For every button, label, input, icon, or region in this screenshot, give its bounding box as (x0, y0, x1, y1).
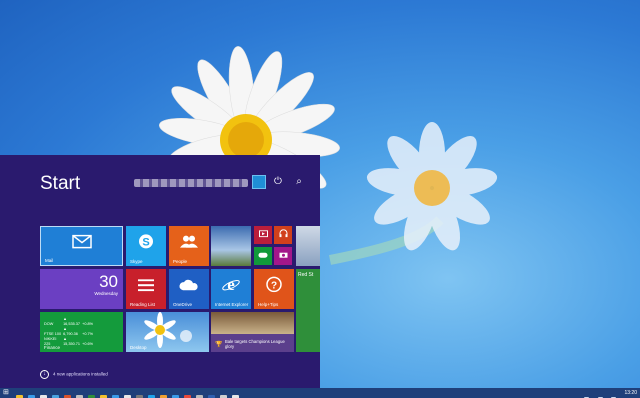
tile-skype-label: Skype (130, 259, 143, 264)
sport-caption: Bale targets Champions League glory (225, 339, 285, 349)
start-screen: Start ⏻ ⌕ Mail 30 Wednesday DOW ▲ 16,535… (0, 155, 320, 388)
red-stone-label: Red St (298, 272, 314, 278)
tile-red-stone[interactable]: Red St (296, 269, 320, 352)
taskbar: ⊞ 13:20 (0, 388, 640, 398)
start-title: Start (40, 173, 81, 194)
tile-reading-list[interactable]: Reading List (126, 269, 166, 309)
power-icon: ⏻ (274, 176, 282, 187)
search-button[interactable]: ⌕ (292, 175, 306, 189)
gamepad-icon (254, 247, 272, 263)
taskbar-apps (16, 389, 244, 398)
skype-icon: S (126, 233, 166, 254)
tile-skype[interactable]: S Skype (126, 226, 166, 266)
envelope-icon (41, 234, 122, 254)
calendar-weekday: Wednesday (94, 291, 118, 296)
tile-mail[interactable]: Mail (40, 226, 123, 266)
trophy-icon: 🏆 (215, 342, 223, 348)
tile-help-tips[interactable]: ? Help+Tips (254, 269, 294, 309)
search-icon: ⌕ (296, 176, 302, 187)
tile-reading-list-label: Reading List (130, 302, 156, 307)
tile-video[interactable] (254, 226, 272, 244)
arrow-down-icon: ↓ (40, 370, 49, 379)
reading-list-icon (126, 278, 166, 296)
tile-onedrive[interactable]: OneDrive (169, 269, 209, 309)
video-icon (254, 226, 272, 242)
tile-games[interactable] (254, 247, 272, 265)
people-icon (169, 235, 209, 254)
user-avatar[interactable] (252, 175, 266, 189)
calendar-day: 30 (99, 272, 118, 291)
tile-finance[interactable]: DOW ▲ 16,535.37 +0.8% FTSE 100 ▲ 6,790.3… (40, 312, 123, 352)
tile-people[interactable]: People (169, 226, 209, 266)
user-account-name[interactable] (134, 179, 248, 187)
finance-row: FTSE 100 ▲ 6,790.36 +0.7% (44, 327, 93, 336)
power-button[interactable]: ⏻ (271, 175, 285, 189)
svg-text:?: ? (271, 280, 277, 291)
windows-start-icon[interactable]: ⊞ (3, 389, 12, 397)
help-icon: ? (254, 276, 294, 297)
tile-mail-label: Mail (45, 258, 54, 263)
cloud-icon (169, 278, 209, 296)
tile-desktop[interactable]: Desktop (126, 312, 209, 352)
tile-people-label: People (173, 259, 188, 264)
tile-onedrive-label: OneDrive (173, 302, 193, 307)
tile-music[interactable] (274, 226, 292, 244)
svg-text:e: e (227, 275, 235, 293)
internet-explorer-icon: e (211, 275, 251, 298)
tile-sport[interactable]: Bale targets Champions League glory 🏆 (211, 312, 294, 352)
taskbar-clock[interactable]: 13:20 (624, 389, 637, 397)
tile-internet-explorer-label: Internet Explorer (215, 302, 249, 307)
tile-finance-label: Finance (44, 345, 61, 350)
tile-help-tips-label: Help+Tips (258, 302, 279, 307)
new-apps-notice[interactable]: ↓ 4 new applications installed (40, 370, 108, 379)
tile-store[interactable] (296, 226, 320, 266)
camera-icon (274, 247, 292, 263)
tile-desktop-label: Desktop (130, 345, 147, 350)
tile-camera[interactable] (274, 247, 292, 265)
svg-text:S: S (142, 236, 149, 248)
tile-internet-explorer[interactable]: e Internet Explorer (211, 269, 251, 309)
headphones-icon (274, 226, 292, 242)
finance-row: DOW ▲ 16,535.37 +0.8% (44, 317, 93, 326)
tile-calendar[interactable]: 30 Wednesday (40, 269, 123, 309)
new-apps-text: 4 new applications installed (53, 371, 108, 377)
system-tray (580, 389, 616, 398)
finance-rows: DOW ▲ 16,535.37 +0.8% FTSE 100 ▲ 6,790.3… (44, 317, 100, 347)
tile-photos[interactable] (211, 226, 251, 266)
